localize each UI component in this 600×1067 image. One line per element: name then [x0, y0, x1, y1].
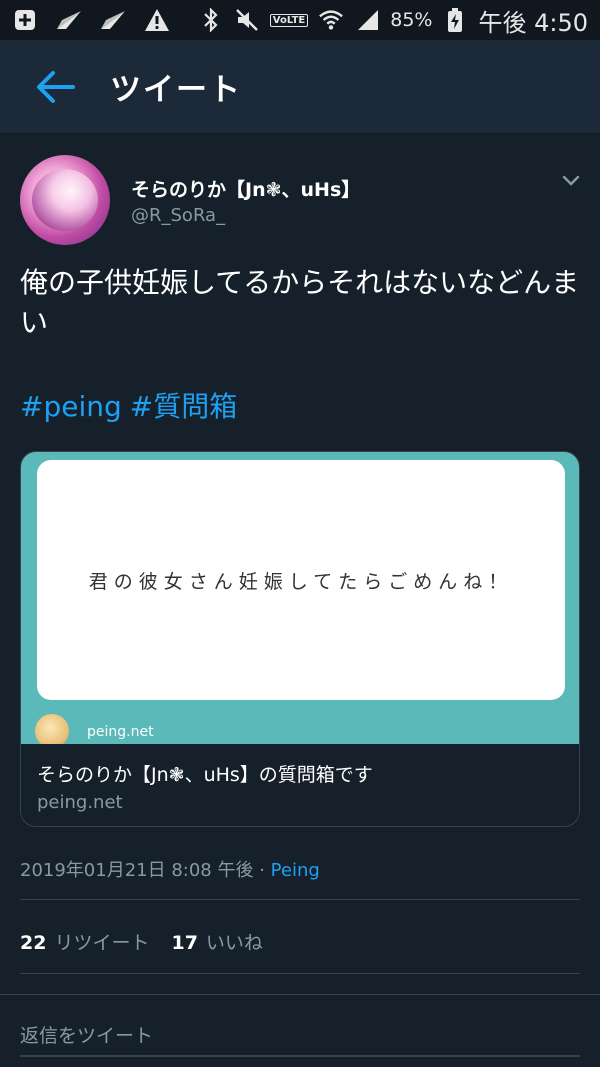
card-title: そらのりか【Jn❃、uHs】の質問箱です: [37, 764, 373, 786]
hashtag-link[interactable]: #質問箱: [130, 390, 237, 423]
divider: [20, 973, 580, 974]
back-button[interactable]: [0, 40, 110, 134]
link-card[interactable]: 君の彼女さん妊娠してたらごめんね！ peing.net そらのりか【Jn❃、uH…: [20, 451, 580, 827]
card-question-panel: 君の彼女さん妊娠してたらごめんね！: [37, 460, 565, 700]
card-footer: そらのりか【Jn❃、uHs】の質問箱です peing.net: [21, 744, 579, 826]
wifi-icon: [318, 7, 344, 33]
retweets-count: 22: [20, 932, 47, 954]
hashtags: #peing #質問箱: [20, 385, 245, 425]
page-title: ツイート: [110, 72, 242, 108]
send-icon: [56, 7, 82, 33]
avatar[interactable]: [20, 155, 110, 245]
author-handle[interactable]: @R_SoRa_: [131, 205, 225, 226]
plus-box-icon: [12, 7, 38, 33]
tweet-text: 俺の子供妊娠してるからそれはないなどんまい: [20, 266, 580, 339]
reply-bar: [0, 994, 600, 1067]
clock: 午後 4:50: [478, 8, 588, 37]
card-image: 君の彼女さん妊娠してたらごめんね！ peing.net: [21, 452, 579, 748]
card-question: 君の彼女さん妊娠してたらごめんね！: [88, 570, 514, 593]
app-header: ツイート: [0, 40, 600, 134]
bluetooth-icon: [198, 7, 224, 33]
tweet-stats: 22 リツイート 17 いいね: [20, 928, 263, 955]
signal-icon: [354, 7, 380, 33]
card-image-site: peing.net: [87, 724, 154, 740]
warning-icon: [144, 7, 170, 33]
author-name[interactable]: そらのりか【Jn❃、uHs】: [131, 175, 360, 202]
arrow-left-icon: [37, 70, 75, 103]
chevron-down-icon[interactable]: [560, 169, 582, 191]
source-link[interactable]: Peing: [271, 860, 320, 881]
likes-stat[interactable]: 17 いいね: [171, 928, 262, 955]
avatar-art: [32, 169, 98, 231]
hashtag-link[interactable]: #peing: [20, 390, 122, 423]
retweets-label: リツイート: [54, 932, 150, 954]
volte-icon: VoLTE: [269, 13, 309, 27]
battery-percent: 85%: [390, 9, 433, 31]
divider: [20, 899, 580, 900]
tweet-meta: 2019年01月21日 8:08 午後 · Peing: [20, 856, 320, 882]
battery-icon: [442, 7, 468, 33]
timestamp: 2019年01月21日 8:08 午後 ·: [20, 860, 271, 881]
status-bar: VoLTE 85% 午後 4:50: [0, 0, 600, 40]
card-domain: peing.net: [37, 792, 123, 813]
likes-count: 17: [171, 932, 198, 954]
peing-logo-icon: [35, 714, 69, 748]
reply-input[interactable]: [20, 1017, 580, 1057]
send-icon: [100, 7, 126, 33]
likes-label: いいね: [205, 932, 263, 954]
mute-icon: [234, 7, 260, 33]
retweets-stat[interactable]: 22 リツイート: [20, 928, 149, 955]
